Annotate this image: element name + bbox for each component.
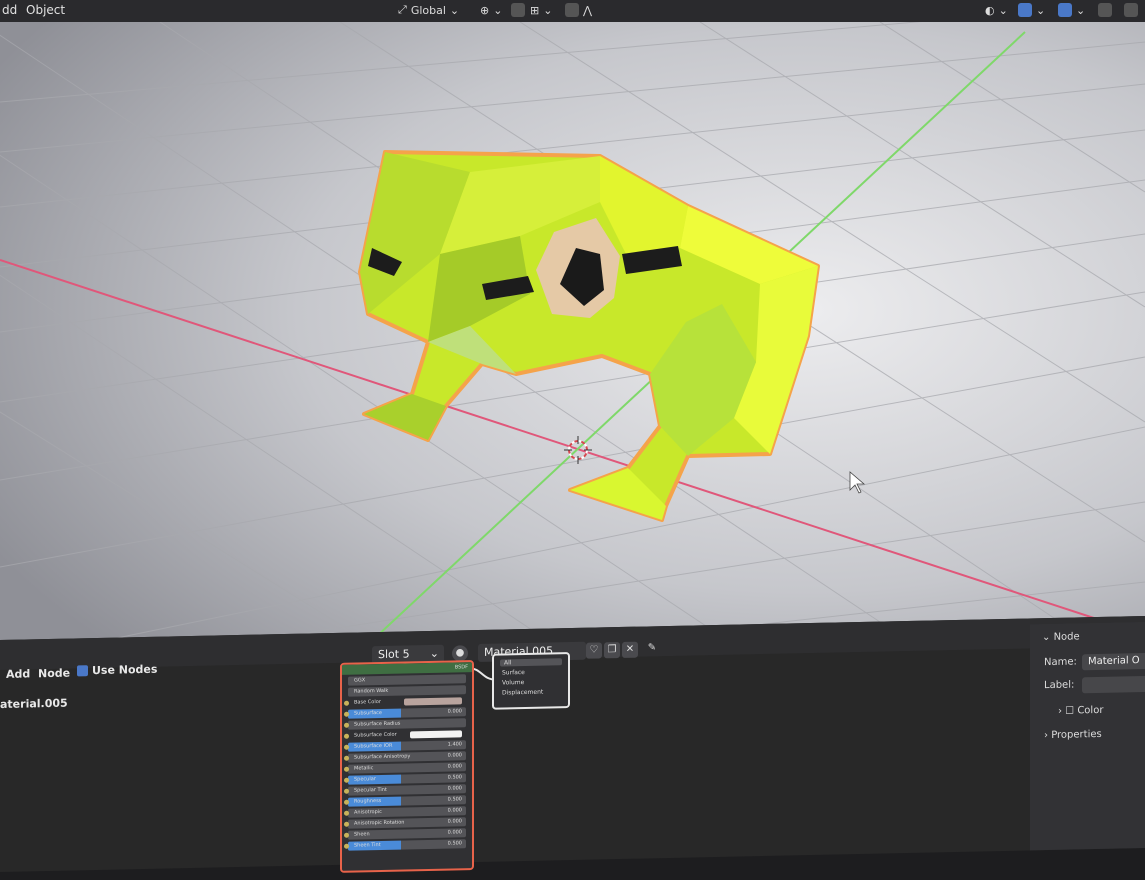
bsdf-metallic[interactable]: Metallic 0.000 xyxy=(344,762,466,774)
material-browse-icon[interactable]: ● xyxy=(452,645,468,662)
node-label-label: Label: xyxy=(1044,679,1075,692)
pivot-icon: ⊕ xyxy=(480,3,490,17)
chevron-down-icon: ⌄ xyxy=(493,3,503,17)
snap-toggle[interactable] xyxy=(511,2,525,18)
overlay-icon xyxy=(1058,3,1072,17)
slot-value: Slot 5 xyxy=(378,647,410,662)
checkbox-checked-icon xyxy=(77,665,88,677)
shading-toggle[interactable] xyxy=(1124,2,1138,18)
viewport-scene xyxy=(0,22,1145,662)
bsdf-subsurface-ior[interactable]: Subsurface IOR 1.400 xyxy=(344,740,466,752)
transform-orientation-icon: ⤢ xyxy=(398,3,407,16)
bsdf-anisotropic-rotation[interactable]: Anisotropic Rotation 0.000 xyxy=(344,817,466,829)
pivot-dropdown[interactable]: ⊕ ⌄ xyxy=(480,2,502,18)
node-name-value: Material O xyxy=(1088,655,1140,668)
bsdf-roughness[interactable]: Roughness 0.500 xyxy=(344,795,466,807)
bsdf-subsurface-method-dropdown[interactable]: Random Walk xyxy=(348,685,466,697)
shader-node-editor[interactable]: Add Node Use Nodes Slot 5 ⌄ ● Material.0… xyxy=(0,616,1145,873)
use-nodes-toggle[interactable]: Use Nodes xyxy=(77,663,157,678)
falloff-icon: ⋀ xyxy=(583,3,593,17)
bsdf-sheen[interactable]: Sheen 0.000 xyxy=(344,828,466,840)
bsdf-sheen-tint[interactable]: Sheen Tint 0.500 xyxy=(344,839,466,851)
pin-icon[interactable]: ✎ xyxy=(644,640,660,656)
color-panel-header[interactable]: › ☐ Color xyxy=(1058,705,1103,717)
gizmo-toggle[interactable]: ⌄ xyxy=(1018,2,1045,18)
viewport-header: dd Object ⤢ Global ⌄ ⊕ ⌄ ⊞ ⌄ ⋀ ◐ ⌄ ⌄ ⌄ xyxy=(0,0,1145,22)
bsdf-distribution-dropdown[interactable]: GGX xyxy=(348,674,466,686)
bsdf-specular-tint[interactable]: Specular Tint 0.000 xyxy=(344,784,466,796)
duplicate-material-icon[interactable]: ❐ xyxy=(604,642,620,659)
chevron-down-icon: ⌄ xyxy=(1036,3,1046,17)
bsdf-specular[interactable]: Specular 0.500 xyxy=(344,773,466,785)
bsdf-subsurface-anisotropy[interactable]: Subsurface Anisotropy 0.000 xyxy=(344,751,466,763)
chevron-down-icon: ⌄ xyxy=(543,3,553,17)
node-label-field[interactable] xyxy=(1082,675,1145,694)
proportional-edit-icon xyxy=(565,3,579,17)
snap-target-dropdown[interactable]: ⊞ ⌄ xyxy=(530,2,552,18)
node-section-header[interactable]: ⌄ Node xyxy=(1042,631,1080,643)
bsdf-anisotropic[interactable]: Anisotropic 0.000 xyxy=(344,806,466,818)
bsdf-subsurface[interactable]: Subsurface 0.000 xyxy=(344,707,466,719)
output-socket-volume[interactable]: Volume xyxy=(502,678,568,686)
eye-icon: ◐ xyxy=(985,3,995,17)
chevron-down-icon: ⌄ xyxy=(998,3,1008,17)
snap-icon xyxy=(511,3,525,17)
gizmo-icon xyxy=(1018,3,1032,17)
node-sidebar: ⌄ Node Name: Material O Label: › ☐ Color… xyxy=(1030,622,1145,851)
material-output-node[interactable]: All Surface Volume Displacement xyxy=(492,652,570,710)
overlay-toggle[interactable]: ⌄ xyxy=(1058,2,1085,18)
output-socket-displacement[interactable]: Displacement xyxy=(502,688,568,697)
properties-panel-header[interactable]: › Properties xyxy=(1044,729,1102,741)
menu-object[interactable]: Object xyxy=(26,3,65,17)
visibility-dropdown[interactable]: ◐ ⌄ xyxy=(985,2,1008,18)
menu-add[interactable]: dd xyxy=(2,3,17,17)
node-name-label: Name: xyxy=(1044,656,1077,669)
fake-user-shield-icon[interactable]: ♡ xyxy=(586,642,602,659)
xray-toggle[interactable] xyxy=(1098,2,1112,18)
use-nodes-label: Use Nodes xyxy=(92,662,158,678)
snap-increment-icon: ⊞ xyxy=(530,3,540,17)
principled-bsdf-node[interactable]: BSDF GGX Random Walk Base Color Subsurfa… xyxy=(340,660,474,873)
menu-node[interactable]: Node xyxy=(38,667,70,681)
node-name-field[interactable]: Material O xyxy=(1082,652,1145,671)
material-breadcrumb: aterial.005 xyxy=(0,696,68,711)
menu-add-node[interactable]: Add xyxy=(6,667,30,681)
bsdf-base-color[interactable]: Base Color xyxy=(344,696,466,707)
output-socket-surface[interactable]: Surface xyxy=(502,668,568,676)
bsdf-subsurface-radius[interactable]: Subsurface Radius xyxy=(344,718,466,730)
proportional-edit-toggle[interactable]: ⋀ xyxy=(565,2,592,18)
chevron-down-icon: ⌄ xyxy=(449,3,460,17)
unlink-material-icon[interactable]: ✕ xyxy=(622,641,638,658)
xray-icon xyxy=(1098,3,1112,17)
3d-viewport[interactable] xyxy=(0,22,1145,662)
output-target-dropdown[interactable]: All xyxy=(500,658,562,667)
shading-icon xyxy=(1124,3,1138,17)
bsdf-subsurface-color[interactable]: Subsurface Color xyxy=(344,729,466,740)
bsdf-node-header[interactable]: BSDF xyxy=(342,662,472,675)
chevron-down-icon: ⌄ xyxy=(1076,3,1086,17)
orientation-value: Global xyxy=(410,3,446,17)
orientation-dropdown[interactable]: ⤢ Global ⌄ xyxy=(398,2,459,18)
